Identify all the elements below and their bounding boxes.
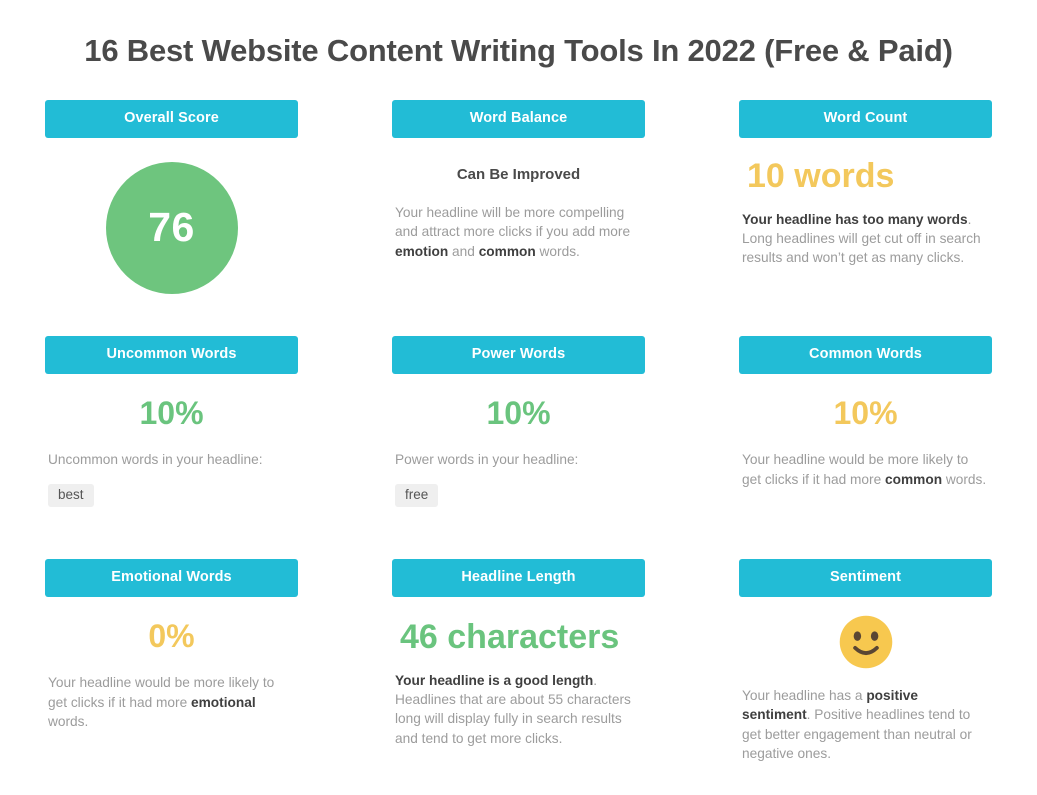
- uncommon-words-chip-row: best: [46, 483, 297, 508]
- card-common-words: Common Words 10% Your headline would be …: [739, 336, 992, 559]
- desc-bold-good-length: Your headline is a good length: [395, 672, 594, 688]
- page-title: 16 Best Website Content Writing Tools In…: [84, 33, 953, 68]
- card-body-overall-score: 76: [45, 161, 298, 294]
- desc-bold-common: common: [478, 243, 536, 259]
- headline-length-description: Your headline is a good length. Headline…: [393, 671, 644, 749]
- word-chip: best: [48, 483, 94, 508]
- card-header-sentiment: Sentiment: [739, 559, 992, 597]
- slightly-smiling-face-icon: [839, 615, 892, 669]
- card-body-sentiment: Your headline has a positive sentiment. …: [739, 613, 992, 764]
- sentiment-emoji-wrap: [740, 613, 991, 671]
- word-balance-verdict: Can Be Improved: [456, 165, 581, 183]
- sentiment-description: Your headline has a positive sentiment. …: [740, 686, 991, 764]
- word-count-value: 10 words: [747, 156, 895, 195]
- headline-analyzer-page: 16 Best Website Content Writing Tools In…: [0, 0, 1037, 795]
- desc-part-3: words.: [535, 243, 580, 259]
- desc-bold-common: common: [885, 471, 943, 487]
- card-body-uncommon-words: 10% Uncommon words in your headline: bes…: [45, 394, 298, 508]
- word-chip: free: [395, 483, 439, 508]
- card-body-headline-length: 46 characters Your headline is a good le…: [392, 617, 645, 749]
- common-words-value: 10%: [833, 394, 898, 431]
- common-words-description: Your headline would be more likely to ge…: [740, 450, 991, 489]
- card-overall-score: Overall Score 76: [45, 100, 298, 336]
- desc-part-2: words.: [942, 471, 987, 487]
- card-body-power-words: 10% Power words in your headline: free: [392, 394, 645, 508]
- card-sentiment: Sentiment Your headline has a positive s…: [739, 559, 992, 789]
- card-power-words: Power Words 10% Power words in your head…: [392, 336, 645, 559]
- desc-part-2: words.: [48, 714, 89, 730]
- card-header-uncommon-words: Uncommon Words: [45, 336, 298, 374]
- desc-part-1: Your headline will be more compelling an…: [395, 204, 631, 240]
- word-count-description: Your headline has too many words. Long h…: [740, 210, 991, 268]
- card-body-emotional-words: 0% Your headline would be more likely to…: [45, 617, 298, 732]
- card-emotional-words: Emotional Words 0% Your headline would b…: [45, 559, 298, 789]
- headline-length-value: 46 characters: [400, 617, 620, 656]
- emotional-words-description: Your headline would be more likely to ge…: [46, 673, 297, 731]
- card-body-word-count: 10 words Your headline has too many word…: [739, 156, 992, 268]
- card-body-common-words: 10% Your headline would be more likely t…: [739, 394, 992, 490]
- emotional-words-value: 0%: [148, 617, 195, 654]
- card-header-common-words: Common Words: [739, 336, 992, 374]
- card-body-word-balance: Can Be Improved Your headline will be mo…: [392, 166, 645, 261]
- desc-bold-emotion: emotion: [395, 243, 449, 259]
- card-uncommon-words: Uncommon Words 10% Uncommon words in you…: [45, 336, 298, 559]
- card-header-word-balance: Word Balance: [392, 100, 645, 138]
- card-headline-length: Headline Length 46 characters Your headl…: [392, 559, 645, 789]
- power-words-value: 10%: [486, 394, 551, 431]
- overall-score-value: 76: [148, 204, 195, 251]
- desc-part-2: and: [448, 243, 479, 259]
- card-header-word-count: Word Count: [739, 100, 992, 138]
- desc-part-1: Your headline has a: [742, 687, 867, 703]
- card-header-overall-score: Overall Score: [45, 100, 298, 138]
- card-word-count: Word Count 10 words Your headline has to…: [739, 100, 992, 336]
- word-balance-description: Your headline will be more compelling an…: [393, 203, 644, 261]
- overall-score-circle: 76: [105, 161, 238, 294]
- score-circle-wrap: 76: [46, 161, 297, 294]
- card-word-balance: Word Balance Can Be Improved Your headli…: [392, 100, 645, 336]
- power-words-chip-row: free: [393, 483, 644, 508]
- desc-bold-emotional: emotional: [191, 694, 256, 710]
- power-words-description: Power words in your headline:: [395, 452, 579, 468]
- card-header-power-words: Power Words: [392, 336, 645, 374]
- desc-bold-too-many-words: Your headline has too many words: [742, 211, 968, 227]
- uncommon-words-value: 10%: [139, 394, 204, 431]
- uncommon-words-description: Uncommon words in your headline:: [48, 452, 263, 468]
- card-header-emotional-words: Emotional Words: [45, 559, 298, 597]
- card-header-headline-length: Headline Length: [392, 559, 645, 597]
- results-grid: Overall Score 76 Word Balance Can Be Imp…: [45, 100, 992, 789]
